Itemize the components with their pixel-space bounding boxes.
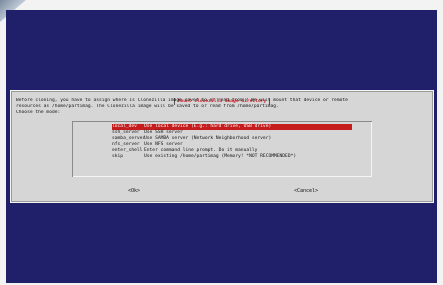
menu-item-skip[interactable]: skip Use existing /home/partimag (Memory!… <box>112 154 352 160</box>
intro-line: Choose the mode: <box>16 110 61 115</box>
menu-item-desc: Use local device (E.g.: hard drive, USB … <box>144 124 272 129</box>
mode-menu: local_dev Use local device (E.g.: hard dr… <box>72 121 372 177</box>
menu-item-desc: Use SAMBA server (Network Neighborhood s… <box>144 136 272 141</box>
menu-item-desc: Enter command line prompt. Do it manuall… <box>144 148 258 153</box>
dialog-intro: Before cloning, you have to assign where… <box>16 98 428 116</box>
menu-item-desc: Use NFS server <box>144 142 183 147</box>
mount-dialog: Mount clonezilla image directory Before … <box>10 90 434 203</box>
menu-item-key: skip <box>112 154 124 159</box>
ok-button[interactable]: <Ok> <box>128 188 140 195</box>
menu-item-desc: Use SSH server <box>144 130 183 135</box>
menu-item-desc: Use existing /home/partimag (Memory! *NO… <box>144 154 297 159</box>
terminal-screen: Mount clonezilla image directory Before … <box>6 10 437 283</box>
cancel-button[interactable]: <Cancel> <box>294 188 318 195</box>
